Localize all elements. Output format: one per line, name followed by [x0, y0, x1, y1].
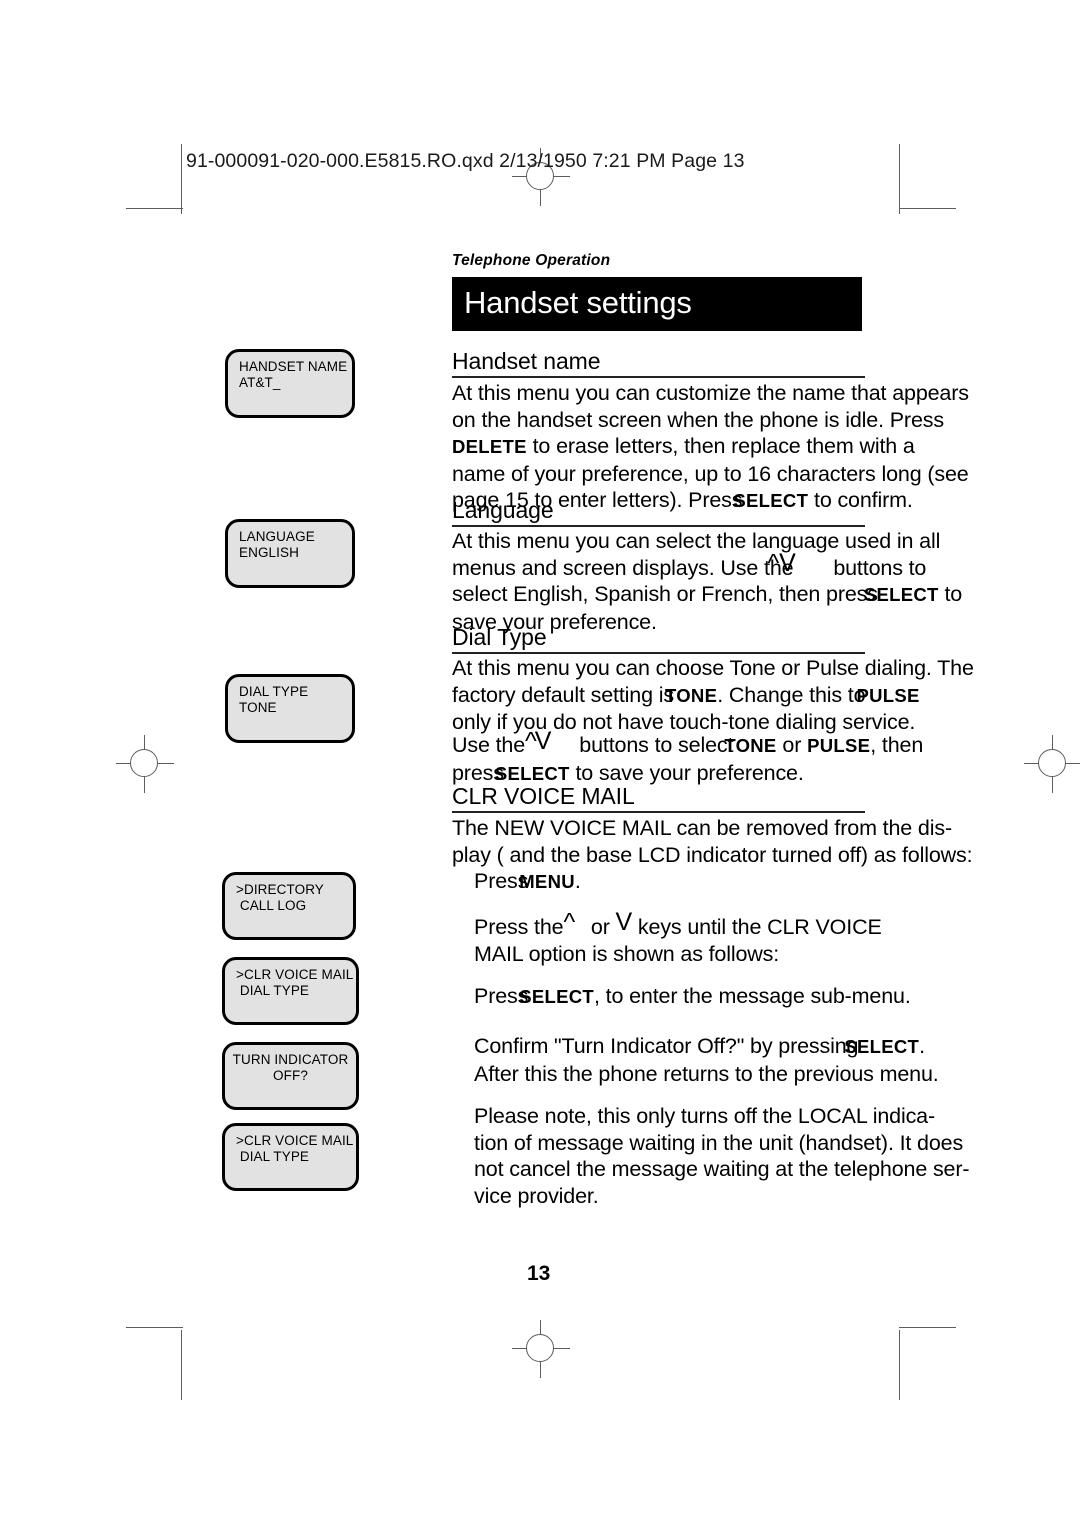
step-press-select-submenu: PressSELECT, to enter the message sub-me… [474, 983, 924, 1011]
step-confirm-turn-indicator: Confirm "Turn Indicator Off?" by pressin… [474, 1033, 939, 1087]
crop-mark-left-vertical-top [181, 144, 182, 214]
text: . Change this to [717, 682, 866, 707]
document-page: 91-000091-020-000.E5815.RO.qxd 2/13/1950… [0, 0, 1080, 1528]
text: buttons to select [579, 733, 734, 757]
clr-voice-mail-screen-2: >CLR VOICE MAIL DIAL TYPE [222, 1123, 359, 1191]
step-press-arrow-keys: Press the^ or V keys until the CLR VOICE… [474, 909, 924, 967]
keyword-select: SELECT [494, 762, 570, 784]
text: select English, Spanish or French, then … [452, 582, 878, 606]
text: Please note, this only turns off the LOC… [474, 1104, 935, 1128]
text: keys until the CLR VOICE [637, 915, 882, 939]
registration-mark-right [1024, 735, 1080, 793]
text: . [919, 1034, 925, 1058]
text: or [782, 733, 802, 757]
directory-screen: >DIRECTORY CALL LOG [222, 872, 356, 940]
crop-mark-bottom-left-horizontal [126, 1327, 183, 1328]
turn-indicator-screen: TURN INDICATOR OFF? [222, 1042, 359, 1110]
keyword-pulse: PULSE [856, 684, 920, 706]
up-arrow-glyph: ^ [563, 908, 576, 936]
text: At this menu you can select the language… [452, 529, 941, 553]
updown-arrow-glyph: ^V [525, 727, 551, 755]
language-screen: LANGUAGE ENGLISH [225, 519, 355, 588]
text: Press the [474, 915, 564, 939]
text: , then [870, 733, 924, 757]
clr-voice-mail-screen: >CLR VOICE MAIL DIAL TYPE [222, 957, 359, 1025]
dial-type-screen-text: DIAL TYPE TONE [239, 684, 309, 715]
page-title-banner: Handset settings [452, 277, 862, 331]
handset-name-screen-text: HANDSET NAME AT&T_ [239, 359, 348, 390]
keyword-pulse: PULSE [807, 735, 871, 756]
keyword-tone: TONE [724, 735, 777, 756]
keyword-menu: MENU [519, 871, 575, 892]
registration-mark-left [116, 735, 174, 793]
keyword-select: SELECT [733, 490, 809, 511]
clr-voice-mail-screen-text: >CLR VOICE MAIL DIAL TYPE [236, 967, 354, 998]
crop-mark-top-left-horizontal [126, 208, 183, 209]
updown-arrow-glyph: ^V [767, 548, 796, 577]
keyword-select: SELECT [863, 584, 939, 605]
text: Confirm "Turn Indicator Off?" by pressin… [474, 1034, 859, 1058]
down-arrow-glyph: V [615, 908, 633, 936]
file-header-stamp: 91-000091-020-000.E5815.RO.qxd 2/13/1950… [186, 150, 745, 172]
text: . [574, 869, 581, 893]
heading-rule-dial-type [452, 652, 865, 654]
page-title: Handset settings [464, 285, 692, 320]
keyword-select: SELECT [519, 986, 594, 1007]
keyword-delete: DELETE [452, 436, 527, 457]
text: vice provider. [474, 1183, 599, 1208]
registration-mark-bottom [512, 1320, 570, 1378]
keyword-select: SELECT [844, 1036, 920, 1057]
handset-name-screen: HANDSET NAME AT&T_ [225, 349, 355, 418]
text: or [590, 915, 610, 939]
text: to save your preference. [575, 760, 804, 785]
para-clr-voice-mail-intro: The NEW VOICE MAIL can be removed from t… [452, 815, 973, 868]
language-screen-text: LANGUAGE ENGLISH [239, 529, 315, 560]
heading-rule-clr-voice-mail [452, 811, 865, 813]
heading-handset-name: Handset name [452, 348, 601, 374]
text: Use the [452, 733, 526, 757]
keyword-tone: TONE [664, 684, 718, 706]
text: buttons to [833, 555, 927, 580]
text: The NEW VOICE MAIL can be removed from t… [452, 816, 952, 840]
text: menus and screen displays. Use the [452, 555, 794, 580]
text: name of your preference, up to 16 charac… [452, 461, 969, 486]
heading-rule-language [452, 525, 865, 527]
text: factory default setting is [452, 682, 674, 707]
crop-mark-bottom-right-horizontal [899, 1327, 956, 1328]
crop-mark-top-right-horizontal [899, 208, 956, 209]
text: After this the phone returns to the prev… [474, 1061, 939, 1086]
para-language: At this menu you can select the language… [452, 528, 962, 635]
text: play ( and the base LCD indicator turned… [452, 842, 973, 867]
text: tion of message waiting in the unit (han… [474, 1130, 964, 1155]
clr-voice-mail-screen-2-text: >CLR VOICE MAIL DIAL TYPE [236, 1133, 354, 1164]
directory-screen-text: >DIRECTORY CALL LOG [236, 882, 324, 913]
text: At this menu you can choose Tone or Puls… [452, 656, 974, 680]
text: to erase letters, then replace them with… [532, 434, 915, 458]
heading-dial-type: Dial Type [452, 624, 547, 650]
turn-indicator-screen-text: TURN INDICATOR OFF? [232, 1052, 349, 1083]
crop-mark-left-vertical-bottom [181, 1330, 182, 1400]
heading-clr-voice-mail: CLR VOICE MAIL [452, 783, 635, 809]
text: to confirm. [814, 488, 913, 512]
para-dial-type-2: Use the^V buttons to selectTONE or PULSE… [452, 728, 924, 787]
text: At this menu you can customize the name … [452, 381, 969, 405]
text: MAIL option is shown as follows: [474, 941, 780, 966]
text: on the handset screen when the phone is … [452, 407, 944, 432]
para-handset-name: At this menu you can customize the name … [452, 380, 969, 515]
text: not cancel the message waiting at the te… [474, 1157, 970, 1181]
heading-rule-handset-name [452, 376, 865, 378]
text: , to enter the message sub-menu. [594, 984, 911, 1008]
para-dial-type-1: At this menu you can choose Tone or Puls… [452, 655, 974, 736]
page-number: 13 [527, 1262, 551, 1285]
note-local-indication: Please note, this only turns off the LOC… [474, 1103, 970, 1209]
crop-mark-right-vertical-top [899, 144, 900, 214]
step-press-menu: PressMENU. [474, 868, 924, 896]
crop-mark-right-vertical-bottom [899, 1330, 900, 1400]
heading-language: Language [452, 497, 554, 523]
dial-type-screen: DIAL TYPE TONE [225, 674, 355, 743]
text: to [944, 582, 963, 606]
running-head: Telephone Operation [452, 252, 611, 269]
